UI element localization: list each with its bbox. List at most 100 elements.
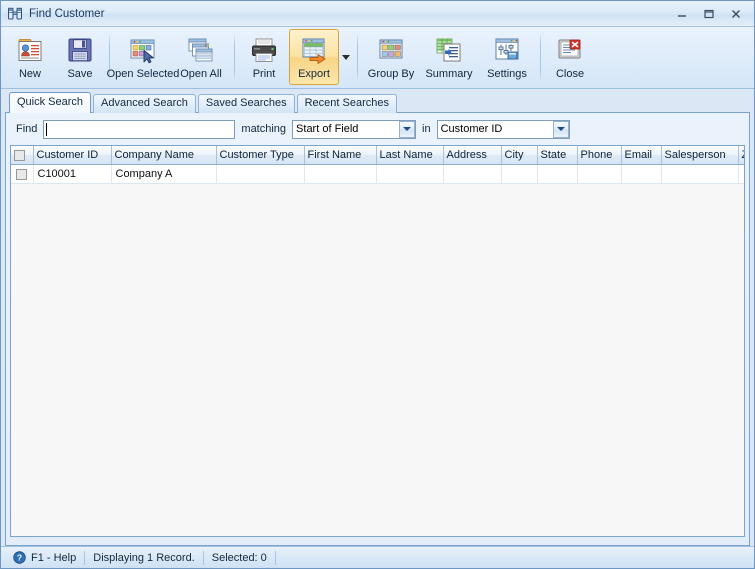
save-button-label: Save: [67, 68, 93, 80]
help-label: F1 - Help: [31, 551, 77, 564]
select-all-header[interactable]: [11, 146, 34, 165]
cell-zip: [738, 164, 744, 184]
find-customer-window: Find Customer New Save Open Selected Ope…: [0, 0, 755, 569]
in-label: in: [422, 123, 431, 135]
window-controls: [669, 4, 748, 23]
column-header-email[interactable]: Email: [621, 146, 662, 165]
help-status-cell[interactable]: ? F1 - Help: [5, 550, 84, 566]
status-divider-3: [274, 550, 276, 565]
column-header-first-name[interactable]: First Name: [304, 146, 377, 165]
search-field-value: Customer ID: [440, 123, 503, 135]
search-tabstrip: Quick Search Advanced Search Saved Searc…: [5, 92, 750, 113]
minimize-button[interactable]: [669, 4, 694, 23]
cell-first-name: [304, 164, 377, 184]
toolbar-separator-2: [234, 33, 235, 82]
close-button[interactable]: [723, 4, 748, 23]
print-button[interactable]: Print: [239, 29, 289, 85]
column-header-company-name[interactable]: Company Name: [111, 146, 217, 165]
find-label: Find: [16, 123, 38, 135]
help-circle-icon: ?: [13, 551, 26, 564]
panel-bottom-spacer: [10, 537, 745, 541]
tab-advanced-search[interactable]: Advanced Search: [93, 94, 196, 113]
tab-quick-search-label: Quick Search: [17, 96, 84, 108]
maximize-button[interactable]: [696, 4, 721, 23]
settings-button[interactable]: Settings: [478, 29, 536, 85]
open-selected-button[interactable]: Open Selected: [107, 29, 179, 85]
close-window-button[interactable]: Close: [545, 29, 595, 85]
chevron-down-icon: [556, 127, 565, 131]
export-icon: [298, 34, 330, 66]
tab-quick-search[interactable]: Quick Search: [9, 92, 92, 113]
search-input[interactable]: [43, 119, 236, 139]
tab-saved-searches-label: Saved Searches: [205, 97, 287, 109]
toolbar-separator-3: [357, 33, 358, 82]
row-checkbox[interactable]: [16, 168, 28, 180]
tab-recent-searches[interactable]: Recent Searches: [296, 94, 397, 113]
cell-address: [443, 164, 502, 184]
column-header-phone[interactable]: Phone: [577, 146, 622, 165]
search-criteria-row: Find matching Start of Field in Customer…: [10, 117, 745, 141]
cell-customer-id: C10001: [33, 164, 112, 184]
tab-recent-searches-label: Recent Searches: [304, 97, 389, 109]
column-header-state[interactable]: State: [537, 146, 578, 165]
column-header-customer-id[interactable]: Customer ID: [33, 146, 112, 165]
tab-saved-searches[interactable]: Saved Searches: [197, 94, 295, 113]
cell-city: [501, 164, 538, 184]
record-count-status: Displaying 1 Record.: [93, 551, 195, 564]
content-panel: Quick Search Advanced Search Saved Searc…: [1, 89, 754, 546]
cell-customer-type: [216, 164, 305, 184]
open-selected-button-label: Open Selected: [106, 68, 180, 80]
printer-icon: [248, 34, 280, 66]
search-field-select[interactable]: Customer ID: [436, 119, 570, 139]
chevron-down-icon: [403, 127, 412, 131]
summary-icon: [433, 34, 465, 66]
matching-label: matching: [241, 123, 287, 135]
toolbar-separator-4: [540, 33, 541, 82]
cell-salesperson: [661, 164, 739, 184]
svg-text:?: ?: [17, 553, 22, 563]
export-dropdown-button[interactable]: [339, 29, 353, 85]
quick-search-page: Find matching Start of Field in Customer…: [5, 112, 750, 546]
column-header-last-name[interactable]: Last Name: [376, 146, 444, 165]
summary-button[interactable]: Summary: [420, 29, 478, 85]
group-by-icon: [375, 34, 407, 66]
table-row[interactable]: C10001 Company A: [11, 164, 744, 184]
save-button[interactable]: Save: [55, 29, 105, 85]
column-header-customer-type[interactable]: Customer Type: [216, 146, 305, 165]
title-bar: Find Customer: [1, 1, 754, 27]
binoculars-icon: [7, 6, 23, 22]
search-field-dropdown-button[interactable]: [552, 120, 569, 138]
window-title: Find Customer: [29, 7, 105, 20]
select-all-checkbox[interactable]: [14, 149, 25, 161]
match-mode-value: Start of Field: [296, 123, 359, 135]
chevron-down-icon: [342, 54, 350, 60]
row-select-cell[interactable]: [11, 164, 34, 184]
cell-email: [621, 164, 662, 184]
group-by-button[interactable]: Group By: [362, 29, 420, 85]
new-button[interactable]: New: [5, 29, 55, 85]
cell-state: [537, 164, 578, 184]
cell-company-name: Company A: [111, 164, 217, 184]
export-button[interactable]: Export: [289, 29, 339, 85]
results-table: Customer ID Company Name Customer Type F…: [11, 146, 744, 184]
group-by-button-label: Group By: [367, 68, 415, 80]
close-window-button-label: Close: [555, 68, 585, 80]
floppy-disk-icon: [64, 34, 96, 66]
new-button-label: New: [18, 68, 41, 80]
print-button-label: Print: [252, 68, 276, 80]
export-button-label: Export: [298, 68, 330, 80]
new-contact-icon: [14, 34, 46, 66]
open-all-button[interactable]: Open All: [172, 29, 230, 85]
cell-phone: [577, 164, 622, 184]
open-all-button-label: Open All: [180, 68, 222, 80]
column-header-salesperson[interactable]: Salesperson: [661, 146, 739, 165]
match-mode-select[interactable]: Start of Field: [292, 119, 417, 139]
column-header-city[interactable]: City: [501, 146, 538, 165]
column-header-zip[interactable]: Zip: [738, 146, 744, 165]
settings-button-label: Settings: [487, 68, 527, 80]
results-grid[interactable]: Customer ID Company Name Customer Type F…: [10, 145, 745, 537]
main-toolbar: New Save Open Selected Open All Print Ex…: [1, 27, 754, 89]
tab-advanced-search-label: Advanced Search: [101, 97, 188, 109]
match-mode-dropdown-button[interactable]: [399, 120, 416, 138]
column-header-address[interactable]: Address: [443, 146, 502, 165]
